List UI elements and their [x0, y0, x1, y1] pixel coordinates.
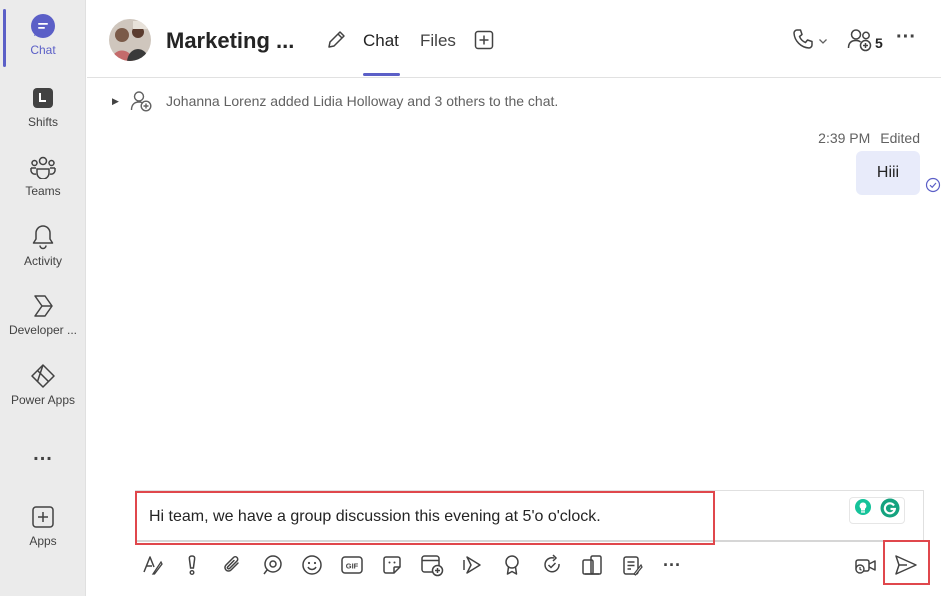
- tab-chat[interactable]: Chat: [363, 31, 399, 51]
- important-icon[interactable]: [178, 551, 206, 579]
- forms-icon[interactable]: [618, 551, 646, 579]
- chat-icon: [29, 12, 57, 40]
- schedule-meeting-icon[interactable]: [418, 551, 446, 579]
- rail-item-chat[interactable]: Chat: [0, 12, 86, 57]
- message-meta: 2:39 PM Edited: [818, 130, 920, 146]
- power-apps-icon: [29, 362, 57, 390]
- expand-caret-icon[interactable]: ▶: [112, 96, 122, 107]
- gif-icon[interactable]: GIF: [338, 551, 366, 579]
- video-clip-icon[interactable]: [852, 551, 880, 579]
- group-avatar[interactable]: [109, 19, 151, 61]
- teams-icon: [29, 153, 57, 181]
- rail-item-label: Power Apps: [10, 393, 76, 407]
- apps-add-icon: [29, 503, 57, 531]
- more-options-button[interactable]: ···: [896, 26, 916, 49]
- person-added-icon: [130, 90, 152, 112]
- chat-header: Marketing ... Chat Files 5 ···: [87, 0, 941, 78]
- format-icon[interactable]: [138, 551, 166, 579]
- rail-item-label: Activity: [23, 254, 62, 268]
- rail-item-teams[interactable]: Teams: [0, 153, 86, 198]
- more-icon: ...: [33, 442, 53, 465]
- rail-item-power-apps[interactable]: Power Apps: [0, 362, 86, 407]
- more-options-icon[interactable]: ···: [658, 551, 686, 579]
- rail-item-label: Apps: [29, 534, 57, 548]
- message-edited: Edited: [880, 130, 920, 146]
- rail-item-label: Shifts: [27, 115, 58, 129]
- system-message: ▶ Johanna Lorenz added Lidia Holloway an…: [112, 90, 558, 112]
- chevron-down-icon: [818, 33, 828, 51]
- system-message-text: Johanna Lorenz added Lidia Holloway and …: [166, 93, 559, 109]
- message-text: Hiii: [876, 164, 900, 181]
- shifts-icon: [29, 84, 57, 112]
- rail-item-shifts[interactable]: Shifts: [0, 84, 86, 129]
- phone-icon: [792, 28, 814, 55]
- active-tab-indicator: [363, 73, 400, 76]
- call-button[interactable]: [792, 28, 828, 55]
- participants-icon: [847, 28, 873, 57]
- loop-icon[interactable]: [258, 551, 286, 579]
- rail-item-label: Developer ...: [8, 323, 78, 337]
- apps-icon[interactable]: [578, 551, 606, 579]
- bell-icon: [29, 223, 57, 251]
- tab-files[interactable]: Files: [420, 31, 456, 51]
- message-time: 2:39 PM: [818, 130, 871, 146]
- rail-more-button[interactable]: ...: [0, 440, 86, 468]
- rail-item-developer[interactable]: Developer ...: [0, 292, 86, 337]
- sent-check-icon: [925, 177, 941, 193]
- chat-title[interactable]: Marketing ...: [166, 28, 294, 54]
- add-tab-icon[interactable]: [474, 30, 494, 50]
- participants-button[interactable]: 5: [847, 28, 883, 57]
- rename-pencil-icon[interactable]: [325, 29, 347, 51]
- rail-item-label: Chat: [30, 43, 56, 57]
- rail-item-apps[interactable]: Apps: [0, 503, 86, 548]
- lightbulb-icon: [854, 498, 872, 523]
- sticker-icon[interactable]: [378, 551, 406, 579]
- rail-item-label: Teams: [25, 184, 61, 198]
- developer-portal-icon: [29, 292, 57, 320]
- emoji-icon[interactable]: [298, 551, 326, 579]
- app-rail: Chat Shifts Teams Activity Developer ...…: [0, 0, 86, 596]
- attach-icon[interactable]: [218, 551, 246, 579]
- send-icon[interactable]: [892, 551, 920, 579]
- grammarly-widget[interactable]: [849, 497, 905, 524]
- rail-item-activity[interactable]: Activity: [0, 223, 86, 268]
- message-bubble[interactable]: Hiii: [856, 151, 920, 195]
- praise-icon[interactable]: [498, 551, 526, 579]
- highlight-annotation: [135, 491, 715, 545]
- stream-icon[interactable]: [458, 551, 486, 579]
- participants-count: 5: [875, 34, 883, 51]
- grammarly-icon: [880, 498, 900, 523]
- update-icon[interactable]: [538, 551, 566, 579]
- svg-text:GIF: GIF: [346, 562, 359, 571]
- ellipsis-icon: ···: [896, 26, 916, 48]
